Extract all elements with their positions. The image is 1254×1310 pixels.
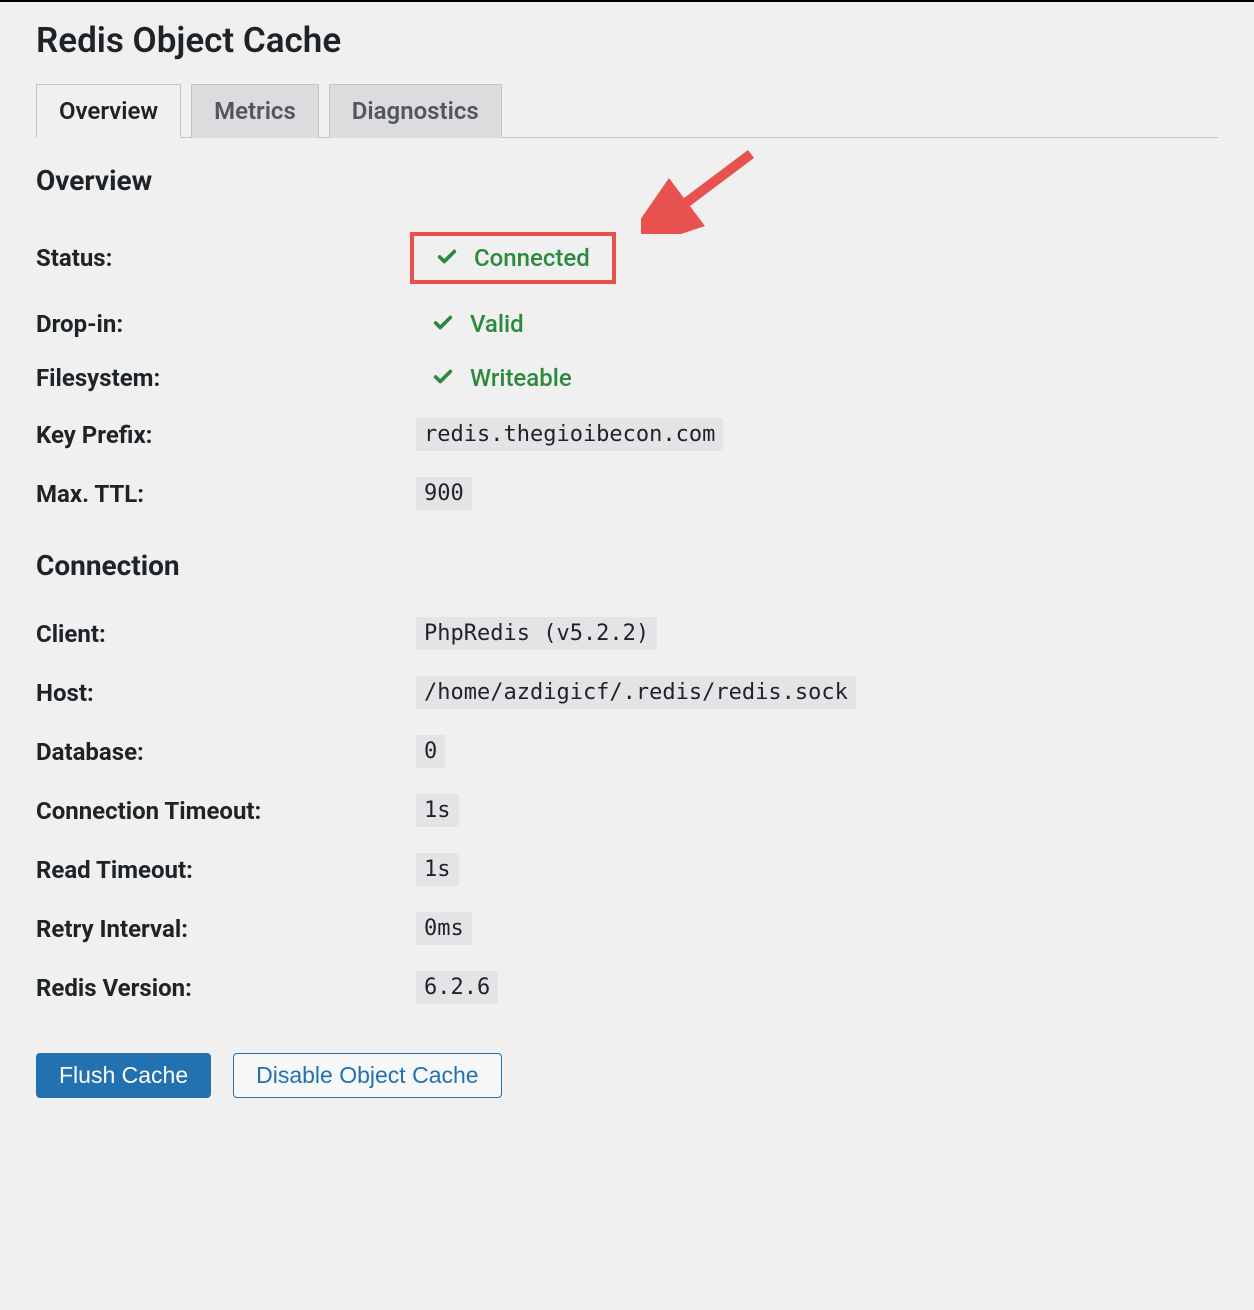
connection-table: Client: PhpRedis (v5.2.2) Host: /home/az… — [36, 604, 1218, 1017]
section-connection-heading: Connection — [36, 549, 1218, 582]
keyprefix-label: Key Prefix: — [36, 405, 416, 464]
status-value: Connected — [474, 244, 590, 272]
maxttl-label: Max. TTL: — [36, 464, 416, 523]
readtimeout-label: Read Timeout: — [36, 840, 416, 899]
overview-table: Status: Connected — [36, 219, 1218, 523]
conntimeout-label: Connection Timeout: — [36, 781, 416, 840]
redisversion-label: Redis Version: — [36, 958, 416, 1017]
database-label: Database: — [36, 722, 416, 781]
filesystem-value: Writeable — [470, 364, 572, 392]
annotation-highlight-box: Connected — [410, 232, 616, 284]
section-overview-heading: Overview — [36, 164, 1218, 197]
disable-object-cache-button[interactable]: Disable Object Cache — [233, 1053, 501, 1098]
database-value: 0 — [416, 735, 445, 768]
check-icon — [432, 366, 454, 388]
host-label: Host: — [36, 663, 416, 722]
retry-value: 0ms — [416, 912, 472, 945]
tab-metrics[interactable]: Metrics — [191, 84, 319, 138]
status-label: Status: — [36, 219, 416, 297]
retry-label: Retry Interval: — [36, 899, 416, 958]
check-icon — [432, 312, 454, 334]
tab-diagnostics[interactable]: Diagnostics — [329, 84, 502, 138]
keyprefix-value: redis.thegioibecon.com — [416, 418, 723, 451]
conntimeout-value: 1s — [416, 794, 459, 827]
tabs-bar: Overview Metrics Diagnostics — [36, 83, 1218, 138]
filesystem-label: Filesystem: — [36, 351, 416, 405]
check-icon — [436, 246, 458, 268]
button-row: Flush Cache Disable Object Cache — [36, 1053, 1218, 1098]
page-title: Redis Object Cache — [36, 20, 1218, 61]
client-value: PhpRedis (v5.2.2) — [416, 617, 657, 650]
client-label: Client: — [36, 604, 416, 663]
tab-overview[interactable]: Overview — [36, 84, 181, 138]
flush-cache-button[interactable]: Flush Cache — [36, 1053, 211, 1098]
redisversion-value: 6.2.6 — [416, 971, 498, 1004]
maxttl-value: 900 — [416, 477, 472, 510]
dropin-label: Drop-in: — [36, 297, 416, 351]
dropin-value: Valid — [470, 310, 524, 338]
readtimeout-value: 1s — [416, 853, 459, 886]
host-value: /home/azdigicf/.redis/redis.sock — [416, 676, 856, 709]
